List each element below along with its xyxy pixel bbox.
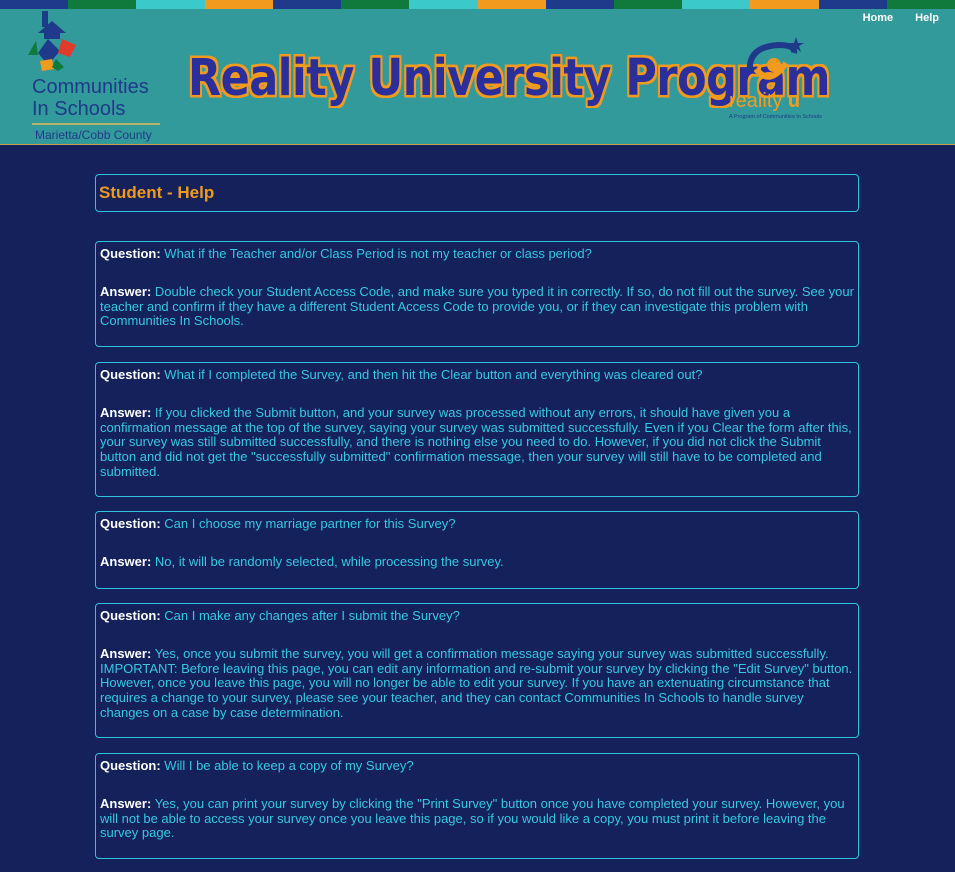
stripe-segment <box>545 0 614 9</box>
faq-answer: Answer: Double check your Student Access… <box>100 283 854 329</box>
stripe-segment <box>409 0 478 9</box>
answer-label: Answer: <box>100 553 152 569</box>
answer-text: Yes, once you submit the survey, you wil… <box>100 645 853 720</box>
question-label: Question: <box>100 367 161 382</box>
faq-question: Question: Will I be able to keep a copy … <box>100 758 854 774</box>
answer-label: Answer: <box>100 283 152 299</box>
answer-text: Double check your Student Access Code, a… <box>100 283 854 329</box>
nav-help-link[interactable]: Help <box>915 12 939 24</box>
stripe-segment <box>272 0 342 9</box>
nav-home-link[interactable]: Home <box>863 12 894 24</box>
ru-wordmark-reality: reality <box>729 90 783 112</box>
faq-item: Question: Can I make any changes after I… <box>95 603 859 738</box>
stripe-segment <box>682 0 751 9</box>
question-label: Question: <box>100 516 161 531</box>
answer-text: No, it will be randomly selected, while … <box>154 553 504 569</box>
question-label: Question: <box>100 608 161 623</box>
stripe-segment <box>136 0 205 9</box>
top-color-stripe <box>0 0 955 9</box>
faq-answer: Answer: Yes, once you submit the survey,… <box>100 645 854 721</box>
question-text: What if the Teacher and/or Class Period … <box>164 246 592 261</box>
page-title-box: Student - Help <box>95 174 859 212</box>
org-name-line1: Communities <box>32 76 149 98</box>
stripe-segment <box>477 0 546 9</box>
faq-item: Question: Will I be able to keep a copy … <box>95 753 859 859</box>
answer-label: Answer: <box>100 795 152 811</box>
stripe-segment <box>68 0 137 9</box>
faq-question: Question: Can I make any changes after I… <box>100 608 854 624</box>
answer-label: Answer: <box>100 645 152 661</box>
question-text: Can I choose my marriage partner for thi… <box>164 516 456 531</box>
stripe-segment <box>886 0 955 9</box>
answer-label: Answer: <box>100 404 152 420</box>
ru-wordmark-u: u <box>787 90 801 112</box>
reality-u-wordmark: reality u <box>729 90 800 113</box>
faq-question: Question: What if the Teacher and/or Cla… <box>100 246 854 262</box>
stripe-segment <box>341 0 410 9</box>
faq-question: Question: Can I choose my marriage partn… <box>100 516 854 532</box>
stripe-segment <box>204 0 273 9</box>
site-header: Home Help Communities In Schools Mariett… <box>0 9 955 145</box>
faq-question: Question: What if I completed the Survey… <box>100 367 854 383</box>
org-divider <box>32 123 160 125</box>
stripe-segment <box>818 0 887 9</box>
answer-text: Yes, you can print your survey by clicki… <box>100 795 845 841</box>
stripe-segment <box>750 0 819 9</box>
page-title: Student - Help <box>99 183 215 202</box>
faq-answer: Answer: Yes, you can print your survey b… <box>100 795 854 841</box>
stripe-segment <box>0 0 69 9</box>
reality-u-logo-icon <box>746 37 804 80</box>
question-text: Can I make any changes after I submit th… <box>164 608 460 623</box>
question-label: Question: <box>100 246 161 261</box>
org-location: Marietta/Cobb County <box>35 128 152 142</box>
top-nav: Home Help <box>863 12 939 24</box>
question-text: What if I completed the Survey, and then… <box>164 367 703 382</box>
org-name-line2: In Schools <box>32 98 126 120</box>
faq-item: Question: What if the Teacher and/or Cla… <box>95 241 859 347</box>
org-name: Communities In Schools <box>32 76 149 120</box>
faq-item: Question: Can I choose my marriage partn… <box>95 511 859 589</box>
stripe-segment <box>613 0 683 9</box>
faq-answer: Answer: No, it will be randomly selected… <box>100 553 854 570</box>
question-text: Will I be able to keep a copy of my Surv… <box>164 758 414 773</box>
faq-answer: Answer: If you clicked the Submit button… <box>100 404 854 480</box>
question-label: Question: <box>100 758 161 773</box>
faq-item: Question: What if I completed the Survey… <box>95 362 859 497</box>
reality-u-tagline: A Program of Communities In Schools <box>729 114 822 120</box>
answer-text: If you clicked the Submit button, and yo… <box>100 404 852 479</box>
